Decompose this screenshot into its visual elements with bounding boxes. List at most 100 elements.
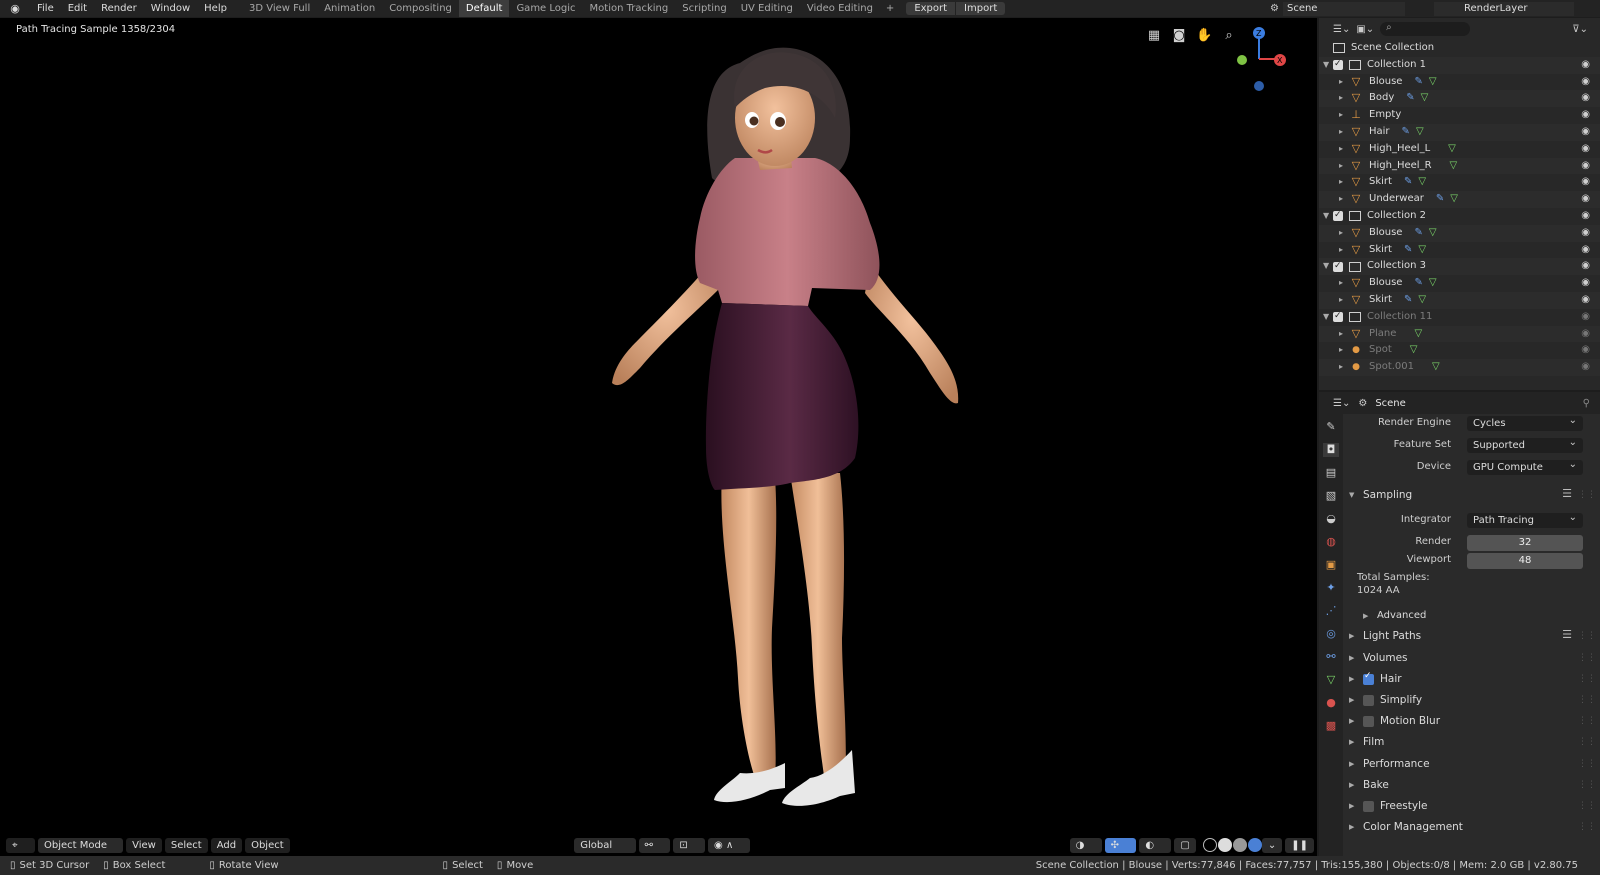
panel-header-film[interactable]: ▶ Film bbox=[1349, 736, 1384, 748]
visibility-eye-icon[interactable]: ◉ bbox=[1581, 90, 1590, 107]
display-mode-icon[interactable]: ▣⌄ bbox=[1356, 24, 1374, 35]
child-expand-icon[interactable]: ▸ bbox=[1339, 174, 1349, 191]
outliner-object-row[interactable]: ▸ ▽ Body ✎ ▽ ◉ bbox=[1319, 90, 1600, 108]
visibility-eye-icon[interactable]: ◉ bbox=[1581, 191, 1590, 208]
visibility-icon[interactable]: ◑ ⌄ bbox=[1069, 837, 1102, 856]
drag-handle-icon[interactable]: ⋮⋮ bbox=[1578, 801, 1596, 811]
outliner-object-row[interactable]: ▸ ● Spot.001 ▽ ◉ bbox=[1319, 359, 1600, 376]
child-expand-icon[interactable]: ▸ bbox=[1339, 326, 1349, 343]
menu-help[interactable]: Help bbox=[197, 0, 234, 17]
expand-toggle-icon[interactable]: ▼ bbox=[1323, 208, 1333, 225]
view-layer-tab-icon[interactable]: ▧ bbox=[1323, 489, 1339, 503]
drag-handle-icon[interactable]: ⋮⋮ bbox=[1578, 653, 1596, 663]
child-expand-icon[interactable]: ▸ bbox=[1339, 74, 1349, 91]
child-expand-icon[interactable]: ▸ bbox=[1339, 242, 1349, 259]
menu-render[interactable]: Render bbox=[94, 0, 144, 17]
tool-tab-icon[interactable]: ✎ bbox=[1323, 420, 1339, 434]
mesh-data-icon[interactable]: ▽ bbox=[1416, 124, 1424, 141]
solid-shading-icon[interactable] bbox=[1217, 838, 1232, 852]
proportional-edit-icon[interactable]: ◉ ∧ ⌄ bbox=[708, 837, 751, 856]
pivot-icon[interactable]: ⚯ ⌄ bbox=[638, 837, 671, 856]
collection-include-checkbox[interactable] bbox=[1333, 207, 1343, 224]
light-data-icon[interactable]: ▽ bbox=[1410, 342, 1418, 359]
child-expand-icon[interactable]: ▸ bbox=[1339, 359, 1349, 376]
visibility-eye-icon[interactable]: ◉ bbox=[1581, 208, 1590, 225]
tab-3d-view-full[interactable]: 3D View Full bbox=[242, 0, 317, 17]
device-select[interactable]: GPU Compute bbox=[1467, 457, 1583, 475]
panel-enable-checkbox[interactable] bbox=[1363, 715, 1374, 727]
modifier-wrench-icon[interactable]: ✎ bbox=[1436, 191, 1444, 208]
outliner-collection-row[interactable]: ▼ Collection 1 ◉ bbox=[1319, 56, 1600, 74]
mesh-data-icon[interactable]: ▽ bbox=[1448, 141, 1456, 158]
mesh-data-icon[interactable]: ▽ bbox=[1414, 326, 1422, 343]
outliner-object-row[interactable]: ▸ ▽ Plane ▽ ◉ bbox=[1319, 325, 1600, 343]
material-shading-icon[interactable] bbox=[1232, 838, 1247, 852]
visibility-eye-icon[interactable]: ◉ bbox=[1581, 57, 1590, 74]
drag-handle-icon[interactable]: ⋮⋮ bbox=[1578, 822, 1596, 832]
outliner-object-row[interactable]: ▸ ● Spot ▽ ◉ bbox=[1319, 342, 1600, 359]
editor-type-icon[interactable]: ☰⌄ bbox=[1333, 24, 1350, 35]
render-samples-field[interactable]: 32 bbox=[1467, 535, 1583, 551]
drag-handle-icon[interactable]: ⋮⋮ bbox=[1578, 780, 1596, 790]
panel-enable-checkbox[interactable] bbox=[1363, 671, 1374, 685]
outliner-collection-row[interactable]: ▼ Collection 11 ◉ bbox=[1319, 308, 1600, 326]
menu-edit[interactable]: Edit bbox=[61, 0, 94, 17]
texture-tab-icon[interactable]: ▩ bbox=[1323, 719, 1339, 733]
outliner-object-row[interactable]: ▸ ▽ Hair ✎ ▽ ◉ bbox=[1319, 123, 1600, 141]
tab-game-logic[interactable]: Game Logic bbox=[509, 0, 582, 17]
panel-header-simplify[interactable]: ▶ Simplify bbox=[1349, 694, 1422, 706]
visibility-eye-icon[interactable]: ◉ bbox=[1581, 74, 1590, 91]
integrator-select[interactable]: Path Tracing bbox=[1467, 510, 1583, 528]
visibility-eye-icon[interactable]: ◉ bbox=[1581, 124, 1590, 141]
outliner-object-row[interactable]: ▸ ▽ Skirt ✎ ▽ ◉ bbox=[1319, 242, 1600, 259]
drag-handle-icon[interactable]: ⋮⋮ bbox=[1578, 716, 1596, 726]
add-menu[interactable]: Add bbox=[210, 837, 243, 853]
select-menu[interactable]: Select bbox=[164, 837, 208, 853]
child-expand-icon[interactable]: ▸ bbox=[1339, 124, 1349, 141]
rendered-shading-icon[interactable] bbox=[1247, 838, 1262, 852]
visibility-eye-icon[interactable]: ◉ bbox=[1581, 158, 1590, 175]
material-tab-icon[interactable]: ● bbox=[1323, 696, 1339, 710]
outliner-collection-row[interactable]: ▼ Collection 2 ◉ bbox=[1319, 207, 1600, 225]
child-expand-icon[interactable]: ▸ bbox=[1339, 90, 1349, 107]
presets-list-icon[interactable]: ☰ bbox=[1562, 628, 1572, 641]
particles-tab-icon[interactable]: ⋰ bbox=[1323, 604, 1339, 618]
tab-motion-tracking[interactable]: Motion Tracking bbox=[583, 0, 676, 17]
panel-enable-checkbox[interactable] bbox=[1363, 694, 1374, 706]
mesh-data-icon[interactable]: ▽ bbox=[1429, 225, 1437, 242]
modifier-wrench-icon[interactable]: ✎ bbox=[1404, 292, 1412, 309]
child-expand-icon[interactable]: ▸ bbox=[1339, 275, 1349, 292]
shading-options-icon[interactable]: ⌄ bbox=[1261, 837, 1283, 853]
collection-include-checkbox[interactable] bbox=[1333, 56, 1343, 73]
mesh-data-icon[interactable]: ▽ bbox=[1421, 90, 1429, 107]
outliner-object-row[interactable]: ▸ ⊥ Empty ◉ bbox=[1319, 107, 1600, 124]
xray-icon[interactable]: ▢ bbox=[1174, 837, 1196, 853]
object-mode-select[interactable]: Object Mode bbox=[38, 837, 124, 853]
child-expand-icon[interactable]: ▸ bbox=[1339, 191, 1349, 208]
panel-header-motion-blur[interactable]: ▶ Motion Blur bbox=[1349, 715, 1440, 727]
presets-list-icon[interactable]: ☰ bbox=[1562, 487, 1572, 500]
tab-default[interactable]: Default bbox=[458, 0, 510, 17]
outliner-object-row[interactable]: ▸ ▽ Skirt ✎ ▽ ◉ bbox=[1319, 174, 1600, 191]
scene-tab-icon[interactable]: ◒ bbox=[1323, 512, 1339, 526]
drag-handle-icon[interactable]: ⋮⋮ bbox=[1578, 695, 1596, 705]
grid-icon[interactable]: ▦ bbox=[1146, 28, 1162, 44]
tab-animation[interactable]: Animation bbox=[317, 0, 382, 17]
viewport-samples-field[interactable]: 48 bbox=[1467, 553, 1583, 569]
constraints-tab-icon[interactable]: ⚯ bbox=[1323, 650, 1339, 664]
drag-handle-icon[interactable]: ⋮⋮ bbox=[1578, 490, 1596, 500]
menu-window[interactable]: Window bbox=[144, 0, 197, 17]
outliner-collection-row[interactable]: ▼ Collection 3 ◉ bbox=[1319, 258, 1600, 276]
export-button[interactable]: Export bbox=[906, 3, 955, 14]
tab-scripting[interactable]: Scripting bbox=[675, 0, 733, 17]
mesh-data-icon[interactable]: ▽ bbox=[1450, 191, 1458, 208]
expand-toggle-icon[interactable]: ▼ bbox=[1323, 57, 1333, 74]
object-menu[interactable]: Object bbox=[245, 837, 290, 853]
blender-logo-icon[interactable]: ◉ bbox=[0, 2, 30, 15]
visibility-eye-icon[interactable]: ◉ bbox=[1581, 359, 1590, 376]
snap-icon[interactable]: ⊡ ⌄ bbox=[673, 837, 706, 856]
child-expand-icon[interactable]: ▸ bbox=[1339, 141, 1349, 158]
data-tab-icon[interactable]: ▽ bbox=[1323, 673, 1339, 687]
visibility-eye-icon[interactable]: ◉ bbox=[1581, 174, 1590, 191]
panel-header-performance[interactable]: ▶ Performance bbox=[1349, 758, 1430, 770]
